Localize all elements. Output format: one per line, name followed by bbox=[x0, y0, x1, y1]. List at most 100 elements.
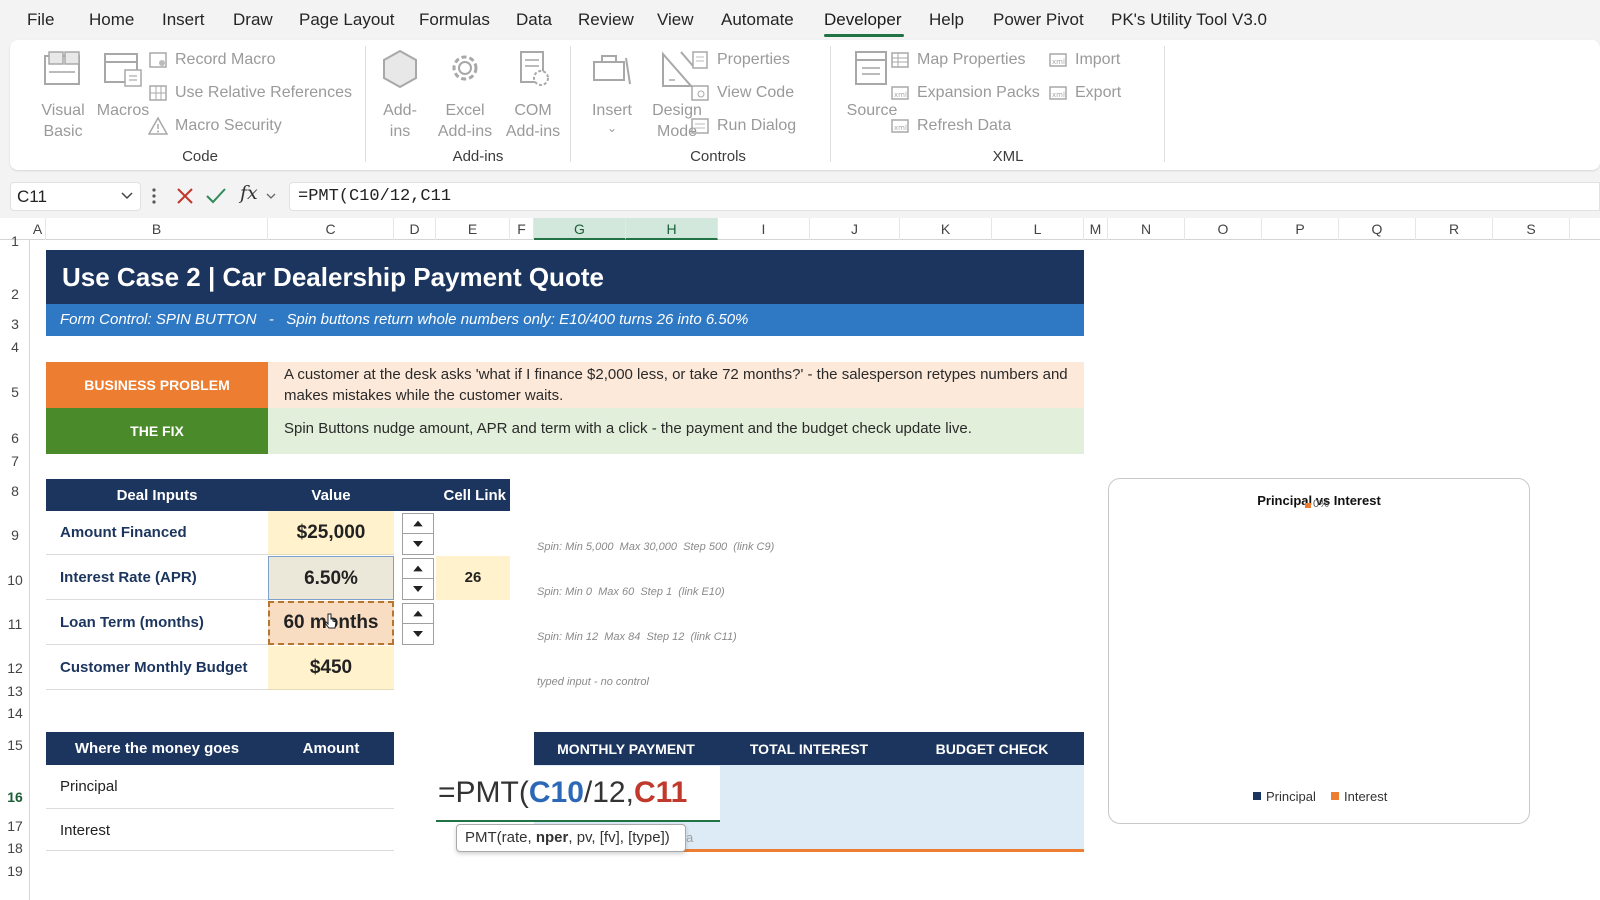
loan-term-label[interactable]: Loan Term (months) bbox=[46, 601, 268, 645]
excel-addins-button[interactable]: Excel Add-ins bbox=[430, 48, 500, 142]
monthly-budget-label[interactable]: Customer Monthly Budget bbox=[46, 646, 268, 690]
term-spin-note[interactable]: Spin: Min 12 Max 84 Step 12 (link C11) bbox=[537, 631, 737, 643]
use-relative-references-button[interactable]: Use Relative References bbox=[148, 81, 352, 105]
column-header-s[interactable]: S bbox=[1493, 218, 1570, 240]
row-header-3[interactable]: 3 bbox=[0, 316, 30, 332]
chevron-down-icon[interactable] bbox=[265, 190, 277, 202]
interest-rate-value[interactable]: 6.50% bbox=[268, 556, 394, 600]
spin-up-icon[interactable] bbox=[403, 604, 433, 624]
spin-down-icon[interactable] bbox=[403, 624, 433, 644]
column-header-m[interactable]: M bbox=[1084, 218, 1108, 240]
xml-import-button[interactable]: xml Import bbox=[1048, 48, 1120, 72]
row-header-6[interactable]: 6 bbox=[0, 430, 30, 446]
run-dialog-button[interactable]: Run Dialog bbox=[690, 114, 796, 138]
money-goes-header[interactable]: Where the money goes bbox=[46, 732, 268, 765]
column-header-r[interactable]: R bbox=[1416, 218, 1493, 240]
menu-draw[interactable]: Draw bbox=[233, 10, 273, 30]
row-header-12[interactable]: 12 bbox=[0, 660, 30, 676]
column-header-j[interactable]: J bbox=[810, 218, 900, 240]
row-header-15[interactable]: 15 bbox=[0, 737, 30, 753]
interest-rate-label[interactable]: Interest Rate (APR) bbox=[46, 556, 268, 600]
in-cell-formula-editor[interactable]: =PMT(C10/12,C11 bbox=[436, 766, 720, 822]
page-subtitle[interactable]: Form Control: SPIN BUTTON - Spin buttons… bbox=[46, 304, 1084, 336]
insert-control-button[interactable]: Insert ⌄ bbox=[582, 48, 642, 135]
row-header-10[interactable]: 10 bbox=[0, 572, 30, 588]
row-header-4[interactable]: 4 bbox=[0, 339, 30, 355]
spin-down-icon[interactable] bbox=[403, 579, 433, 599]
rate-spin-note[interactable]: Spin: Min 0 Max 60 Step 1 (link E10) bbox=[537, 586, 725, 598]
column-header-d[interactable]: D bbox=[394, 218, 436, 240]
menu-formulas[interactable]: Formulas bbox=[419, 10, 490, 30]
refresh-data-button[interactable]: xml Refresh Data bbox=[890, 114, 1011, 138]
column-header-o[interactable]: O bbox=[1185, 218, 1262, 240]
menu-view[interactable]: View bbox=[657, 10, 694, 30]
principal-vs-interest-chart[interactable]: Principal vs Interest 0% Principal Inter… bbox=[1108, 478, 1530, 824]
row-header-2[interactable]: 2 bbox=[0, 286, 30, 302]
menu-automate[interactable]: Automate bbox=[721, 10, 794, 30]
term-spin-button[interactable] bbox=[402, 603, 434, 645]
page-title[interactable]: Use Case 2 | Car Dealership Payment Quot… bbox=[46, 250, 1084, 304]
enter-check-icon[interactable] bbox=[205, 186, 227, 206]
expansion-packs-button[interactable]: xml Expansion Packs bbox=[890, 81, 1040, 105]
row-header-1[interactable]: 1 bbox=[0, 233, 30, 249]
business-problem-tag[interactable]: BUSINESS PROBLEM bbox=[46, 362, 268, 408]
total-interest-header[interactable]: TOTAL INTEREST bbox=[718, 732, 900, 765]
menu-page-layout[interactable]: Page Layout bbox=[299, 10, 394, 30]
menu-data[interactable]: Data bbox=[516, 10, 552, 30]
the-fix-tag[interactable]: THE FIX bbox=[46, 408, 268, 454]
row-header-8[interactable]: 8 bbox=[0, 483, 30, 499]
amount-financed-value[interactable]: $25,000 bbox=[268, 511, 394, 555]
row-header-7[interactable]: 7 bbox=[0, 453, 30, 469]
properties-button[interactable]: Properties bbox=[690, 48, 790, 72]
spin-down-icon[interactable] bbox=[403, 534, 433, 554]
the-fix-text[interactable]: Spin Buttons nudge amount, APR and term … bbox=[268, 408, 1084, 454]
worksheet-grid[interactable]: A B C D E F G H I J K L M N O P Q R S 1 … bbox=[0, 218, 1600, 900]
column-header-k[interactable]: K bbox=[900, 218, 992, 240]
xml-export-button[interactable]: xml Export bbox=[1048, 81, 1121, 105]
value-header[interactable]: Value bbox=[268, 479, 394, 511]
row-header-19[interactable]: 19 bbox=[0, 863, 30, 879]
rate-spin-button[interactable] bbox=[402, 558, 434, 600]
business-problem-text[interactable]: A customer at the desk asks 'what if I f… bbox=[268, 362, 1084, 408]
monthly-budget-value[interactable]: $450 bbox=[268, 646, 394, 690]
menu-review[interactable]: Review bbox=[578, 10, 634, 30]
amount-financed-label[interactable]: Amount Financed bbox=[46, 511, 268, 555]
row-header-16[interactable]: 16 bbox=[0, 789, 30, 805]
more-options-icon[interactable] bbox=[150, 185, 158, 207]
record-macro-button[interactable]: Record Macro bbox=[148, 48, 275, 72]
budget-check-header[interactable]: BUDGET CHECK bbox=[900, 732, 1084, 765]
column-header-l[interactable]: L bbox=[992, 218, 1084, 240]
macro-security-button[interactable]: Macro Security bbox=[148, 114, 282, 138]
column-header-i[interactable]: I bbox=[718, 218, 810, 240]
name-box[interactable]: C11 bbox=[10, 182, 141, 211]
menu-home[interactable]: Home bbox=[89, 10, 134, 30]
amount-header[interactable]: Amount bbox=[268, 732, 394, 765]
map-properties-button[interactable]: Map Properties bbox=[890, 48, 1026, 72]
chevron-down-icon[interactable] bbox=[120, 188, 134, 202]
row-header-5[interactable]: 5 bbox=[0, 384, 30, 400]
column-header-e[interactable]: E bbox=[436, 218, 510, 240]
budget-note[interactable]: typed input - no control bbox=[537, 676, 649, 688]
menu-help[interactable]: Help bbox=[929, 10, 964, 30]
menu-file[interactable]: File bbox=[27, 10, 54, 30]
com-addins-button[interactable]: COM Add-ins bbox=[498, 48, 568, 142]
menu-insert[interactable]: Insert bbox=[162, 10, 205, 30]
spin-up-icon[interactable] bbox=[403, 514, 433, 534]
amount-spin-note[interactable]: Spin: Min 5,000 Max 30,000 Step 500 (lin… bbox=[537, 541, 774, 553]
column-header-c[interactable]: C bbox=[268, 218, 394, 240]
column-header-f[interactable]: F bbox=[510, 218, 534, 240]
interest-row[interactable]: Interest bbox=[46, 809, 394, 851]
deal-inputs-header[interactable]: Deal Inputs bbox=[46, 479, 268, 511]
menu-utility-tool[interactable]: PK's Utility Tool V3.0 bbox=[1111, 10, 1267, 30]
row-header-13[interactable]: 13 bbox=[0, 683, 30, 699]
function-tooltip[interactable]: PMT(rate, nper, pv, [fv], [type]) bbox=[456, 824, 686, 852]
row-header-14[interactable]: 14 bbox=[0, 705, 30, 721]
column-header-p[interactable]: P bbox=[1262, 218, 1339, 240]
row-header-9[interactable]: 9 bbox=[0, 527, 30, 543]
row-header-11[interactable]: 11 bbox=[0, 616, 30, 632]
principal-row[interactable]: Principal bbox=[46, 765, 394, 809]
addins-button[interactable]: Add- ins bbox=[370, 48, 430, 142]
column-header-b[interactable]: B bbox=[46, 218, 268, 240]
column-header-a[interactable]: A bbox=[30, 218, 46, 240]
rate-cell-link-value[interactable]: 26 bbox=[436, 556, 510, 600]
